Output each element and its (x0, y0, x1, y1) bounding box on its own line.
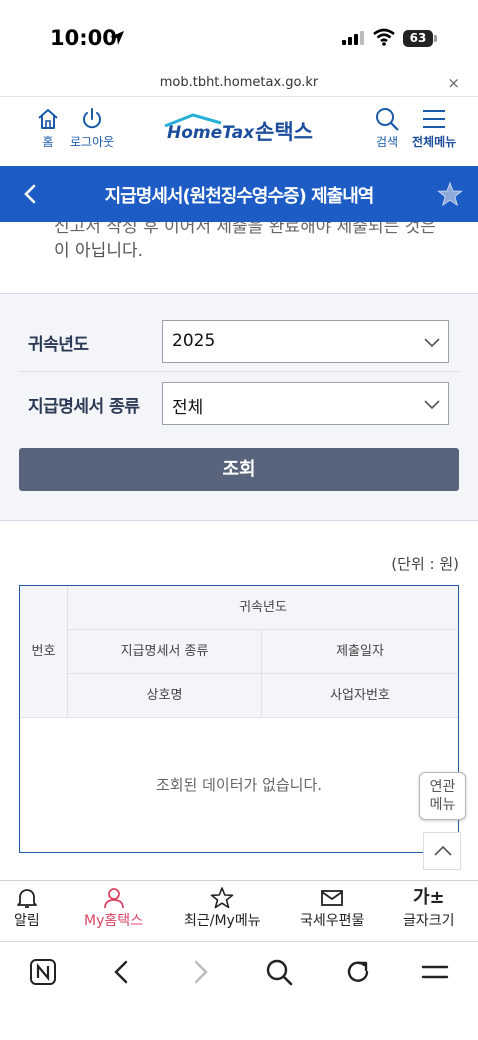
logout-button[interactable]: 로그아웃 (70, 107, 114, 150)
bell-icon (16, 889, 37, 908)
url-text[interactable]: mob.tbht.hometax.go.kr (0, 75, 478, 90)
chevron-up-icon (434, 845, 452, 856)
browser-menu-icon[interactable] (421, 958, 449, 986)
search-button[interactable]: 검색 (374, 107, 400, 150)
unit-label: (단위 : 원) (391, 555, 459, 573)
header-company: 상호명 (68, 674, 262, 718)
browser-toolbar (0, 942, 478, 1040)
empty-message: 조회된 데이터가 없습니다. (155, 776, 323, 794)
home-button[interactable]: 홈 (36, 107, 60, 150)
close-icon[interactable]: × (447, 74, 460, 92)
favorite-star-icon[interactable] (437, 181, 463, 207)
nav-my-hometax-label: My홈택스 (84, 913, 144, 929)
related-menu-line1: 연관 (429, 779, 456, 795)
nav-alerts-label: 알림 (14, 913, 40, 929)
bottom-nav: 알림 My홈택스 최근/My메뉴 국세우편물 가± 글자크기 (0, 880, 478, 942)
search-label: 검색 (375, 135, 399, 149)
page-title-bar: 지급명세서(원천징수영수증) 제출내역 (0, 166, 478, 222)
header-year: 귀속년도 (68, 586, 458, 630)
type-select-value: 전체 (172, 398, 204, 418)
result-table: 번호 귀속년도 지급명세서 종류 제출일자 상호명 사업자번호 조회된 데이터가… (19, 585, 459, 853)
person-icon (103, 888, 124, 909)
related-menu-line2: 메뉴 (429, 797, 456, 813)
battery-level: 63 (403, 30, 433, 47)
related-menu-button[interactable]: 연관 메뉴 (419, 772, 466, 820)
search-submit-button[interactable]: 조회 (19, 448, 459, 491)
nav-alerts[interactable]: 알림 (14, 887, 40, 930)
wifi-icon (373, 28, 395, 46)
header-number: 번호 (20, 586, 68, 718)
logo-text-en: HomeTax (167, 123, 255, 143)
nav-recent-menu-label: 최근/My메뉴 (184, 913, 261, 929)
site-header: 홈 로그아웃 HomeTax 손택스 검색 전체메뉴 (0, 97, 478, 166)
status-time: 10:00 (50, 26, 117, 50)
power-icon (83, 108, 102, 129)
nav-tax-mail-label: 국세우편물 (300, 913, 365, 929)
logout-label: 로그아웃 (70, 135, 115, 149)
nav-font-size[interactable]: 가± 글자크기 (403, 887, 455, 930)
year-label: 귀속년도 (28, 335, 89, 355)
nav-font-size-label: 글자크기 (403, 913, 455, 929)
logo-text-ko: 손택스 (255, 120, 313, 144)
hamburger-icon (423, 110, 446, 128)
header-type: 지급명세서 종류 (68, 630, 262, 674)
menu-label: 전체메뉴 (412, 135, 457, 149)
chevron-down-icon (424, 338, 440, 348)
chevron-down-icon (424, 400, 440, 410)
nav-my-hometax[interactable]: My홈택스 (84, 887, 143, 930)
battery-icon: 63 (403, 30, 437, 47)
reload-icon[interactable] (344, 958, 372, 986)
signal-icon (342, 31, 364, 45)
browser-back-icon[interactable] (110, 958, 134, 986)
notice-line: 이 아닙니다. (54, 241, 144, 261)
year-row: 귀속년도 2025 (18, 310, 460, 372)
page-title: 지급명세서(원천징수영수증) 제출내역 (104, 186, 375, 207)
home-icon (38, 109, 58, 129)
star-icon (210, 887, 234, 909)
header-date: 제출일자 (262, 630, 458, 674)
url-bar[interactable]: mob.tbht.hometax.go.kr × (0, 70, 478, 97)
type-select[interactable]: 전체 (162, 382, 449, 425)
location-arrow-icon (110, 31, 124, 45)
status-bar: 10:00 63 (0, 0, 478, 70)
header-biz-number: 사업자번호 (262, 674, 458, 718)
naver-home-icon[interactable] (29, 958, 57, 986)
search-panel: 귀속년도 2025 지급명세서 종류 전체 조회 (0, 293, 478, 521)
type-label: 지급명세서 종류 (28, 397, 140, 417)
search-icon (376, 108, 399, 131)
notice-text: 신고서 작성 후 이어서 제출을 완료해야 제출되는 것은 이 아닙니다. (0, 222, 478, 294)
font-size-icon: 가± (412, 887, 445, 908)
home-label: 홈 (42, 135, 54, 149)
type-row: 지급명세서 종류 전체 (18, 372, 460, 434)
all-menu-button[interactable]: 전체메뉴 (412, 107, 456, 150)
notice-cut-line: 신고서 작성 후 이어서 제출을 완료해야 제출되는 것은 (54, 222, 436, 237)
year-select-value: 2025 (172, 331, 216, 351)
scroll-top-button[interactable] (423, 832, 461, 870)
mail-icon (321, 890, 344, 906)
year-select[interactable]: 2025 (162, 320, 449, 363)
nav-tax-mail[interactable]: 국세우편물 (300, 887, 364, 930)
browser-forward-icon (194, 960, 208, 984)
nav-recent-menu[interactable]: 최근/My메뉴 (184, 887, 261, 930)
browser-search-icon[interactable] (265, 958, 293, 986)
